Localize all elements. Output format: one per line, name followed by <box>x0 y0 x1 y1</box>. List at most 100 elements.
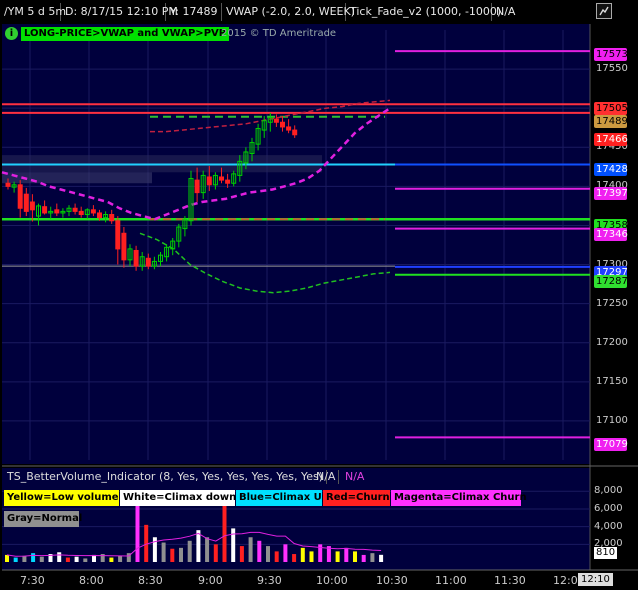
legend-item: Yellow=Low volume <box>4 490 119 506</box>
price-tag: 17079 <box>594 438 628 451</box>
tick-study-label[interactable]: Tick_Fade_v2 (1000, -1000) <box>346 3 501 21</box>
volume-bar <box>300 547 305 562</box>
price-tick-label: 17250 <box>596 297 628 309</box>
time-tick-label: 11:30 <box>494 574 526 587</box>
symbol-field[interactable]: /YM 5 d 5m <box>0 3 66 21</box>
candle-body <box>194 179 200 194</box>
candle-body <box>72 207 78 212</box>
candle-body <box>280 121 285 128</box>
candle-body <box>23 193 29 212</box>
volume-study-title[interactable]: TS_BetterVolume_Indicator (8, Yes, Yes, … <box>4 470 328 484</box>
volume-bar <box>292 554 297 562</box>
price-tag: 17466 <box>594 133 628 146</box>
candle-body <box>219 176 224 181</box>
time-tick-label: 8:00 <box>79 574 104 587</box>
price-tick-label: 17100 <box>596 414 628 426</box>
time-tick-label: 10:00 <box>316 574 348 587</box>
vwap-study-label[interactable]: VWAP (-2.0, 2.0, WEEK) <box>222 3 355 21</box>
volume-bar <box>335 551 340 562</box>
time-tick-label: 10:30 <box>376 574 408 587</box>
candle-body <box>145 257 151 267</box>
datetime-readout: D: 8/17/15 12:10 PM <box>61 3 178 21</box>
volume-bar <box>231 528 236 562</box>
candle-body <box>78 210 84 216</box>
volume-bar <box>266 546 270 562</box>
price-tag: 17397 <box>594 187 628 200</box>
price-tick-label: 17150 <box>596 375 628 387</box>
time-tick-label: 9:00 <box>198 574 223 587</box>
price-tag: 17489 <box>594 115 628 128</box>
candle-body <box>109 214 115 222</box>
volume-bar <box>248 537 253 562</box>
chart-settings-icon[interactable] <box>596 3 612 19</box>
signal-label: LONG-PRICE>VWAP and VWAP>PVP <box>21 27 230 41</box>
price-tag: 17505 <box>594 102 628 115</box>
price-tag: 17346 <box>594 228 628 241</box>
volume-value-2: N/A <box>345 470 365 483</box>
volume-bar <box>74 556 79 562</box>
volume-bar <box>65 557 70 562</box>
tick-study-value: N/A <box>496 5 516 18</box>
candle-body <box>97 212 102 219</box>
legend-item: Magenta=Climax Churn <box>391 490 527 506</box>
candle-body <box>29 201 35 211</box>
current-time-tag: 12:10 <box>578 573 613 586</box>
volume-tick-label: 6,000 <box>594 502 623 514</box>
volume-bar <box>31 553 36 562</box>
y-readout: Y: 17489 <box>166 3 222 21</box>
candle-body <box>115 220 121 250</box>
volume-bar <box>257 540 262 562</box>
time-tick-label: 7:30 <box>20 574 45 587</box>
copyright-text: 2015 © TD Ameritrade <box>221 28 337 39</box>
volume-bar <box>361 554 366 562</box>
time-tick-label: 9:30 <box>257 574 282 587</box>
price-tag: 17287 <box>594 275 628 288</box>
info-circle-icon[interactable]: i <box>5 27 18 40</box>
candle-body <box>42 206 48 214</box>
volume-tick-label: 8,000 <box>594 485 623 497</box>
candle-body <box>206 176 212 186</box>
candle-body <box>54 209 60 214</box>
volume-bar <box>39 556 44 562</box>
volume-bar <box>13 557 18 562</box>
time-tick-label: 11:00 <box>435 574 467 587</box>
candle-body <box>273 118 279 123</box>
candle-body <box>133 249 139 267</box>
volume-bar <box>118 555 123 562</box>
volume-bar <box>274 551 279 562</box>
candle-body <box>5 182 11 187</box>
volume-current-value: 810 <box>594 547 618 559</box>
volume-bar <box>196 530 201 562</box>
price-tick-label: 17550 <box>596 63 628 75</box>
price-tag: 17573 <box>594 48 628 61</box>
volume-bar <box>109 557 114 562</box>
volume-bar <box>179 547 183 562</box>
volume-bar <box>344 547 349 562</box>
price-panel-bg <box>2 24 590 464</box>
candle-body <box>90 209 96 214</box>
candle-body <box>121 232 127 261</box>
volume-bar <box>309 551 314 562</box>
volume-bar <box>379 554 384 562</box>
time-tick-label: 8:30 <box>138 574 163 587</box>
volume-bar <box>239 546 244 562</box>
volume-bar <box>213 544 218 562</box>
candle-body <box>17 184 23 209</box>
volume-bar <box>187 540 192 562</box>
volume-bar <box>170 548 175 562</box>
price-tag: 17428 <box>594 163 628 176</box>
volume-bar <box>22 555 27 562</box>
candle-body <box>292 129 298 136</box>
volume-bar <box>83 558 88 562</box>
legend-item: Red=Churn <box>323 490 390 506</box>
legend-item: Blue=Climax Up <box>236 490 329 506</box>
volume-bar <box>5 554 9 562</box>
candle-body <box>225 179 231 184</box>
volume-bar <box>353 551 357 562</box>
candle-body <box>286 126 292 131</box>
volume-bar <box>283 544 288 562</box>
volume-value-1: N/A <box>313 470 340 484</box>
volume-tick-label: 4,000 <box>594 520 623 532</box>
volume-bar <box>57 552 62 562</box>
legend-item: White=Climax down <box>120 490 236 506</box>
